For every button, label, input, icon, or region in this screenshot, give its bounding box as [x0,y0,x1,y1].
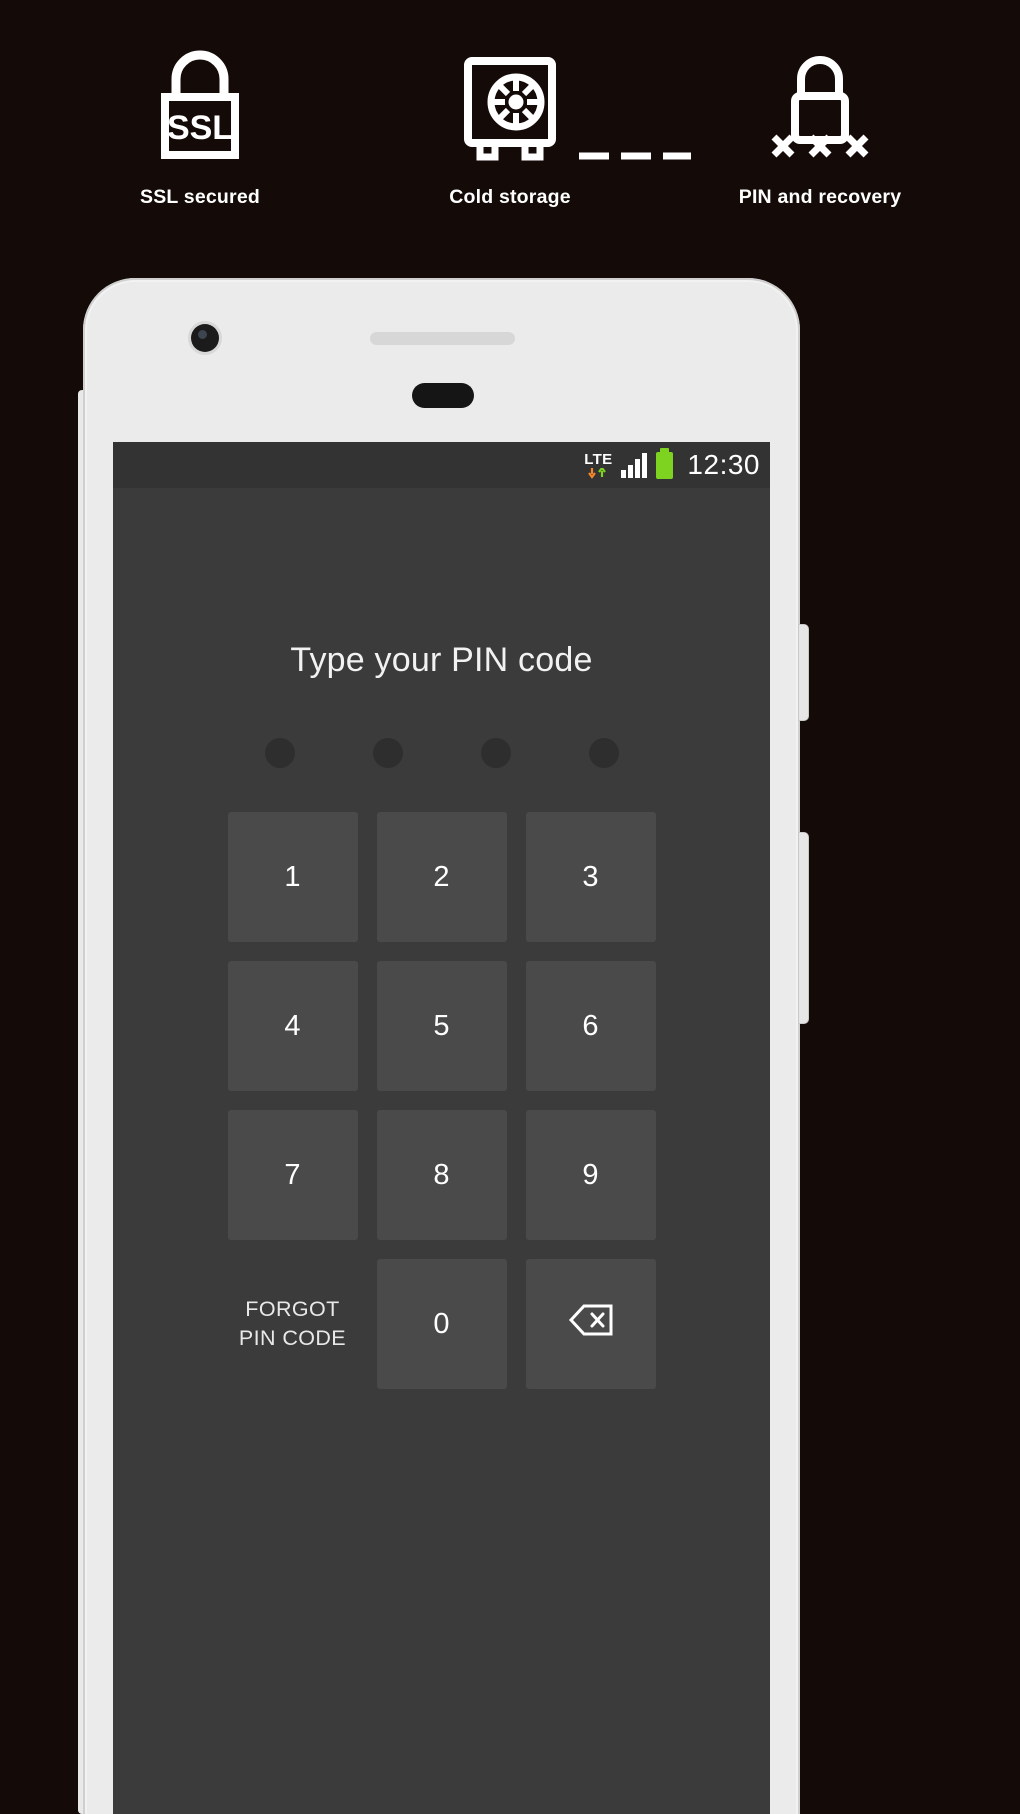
forgot-line-2: PIN CODE [238,1326,347,1350]
status-bar: LTE 12:30 [113,442,770,488]
pin-dot [588,738,619,768]
forgot-line-1: FORGOT [245,1296,340,1321]
feature-cold-storage: Cold storage [395,46,625,209]
phone-screen: LTE 12:30 Type your PIN code 1 2 3 4 5 6… [113,442,770,1814]
feature-strip: SSL SSL secured Cold storage PIN and rec… [0,46,1020,209]
key-7[interactable]: 7 [227,1110,358,1240]
home-button[interactable] [412,383,474,408]
earpiece-speaker [370,332,515,345]
data-transfer-arrows-icon [588,467,608,479]
feature-label: Cold storage [449,186,571,208]
pin-underscore-marks [579,152,691,160]
feature-label: PIN and recovery [738,186,902,208]
page-title: Type your PIN code [290,641,593,679]
pin-dot [264,738,295,768]
key-3[interactable]: 3 [525,812,656,942]
pin-dot [372,738,403,768]
key-9[interactable]: 9 [525,1110,656,1240]
key-4[interactable]: 4 [227,961,358,1091]
signal-bars-icon [621,452,648,478]
key-5[interactable]: 5 [376,961,507,1091]
backspace-button[interactable] [525,1259,656,1389]
key-2[interactable]: 2 [376,812,507,942]
pin-dots-indicator [113,738,770,768]
network-indicator: LTE [584,452,612,479]
feature-pin-and-recovery: PIN and recovery [705,46,935,209]
volume-button[interactable] [799,625,808,720]
network-type-label: LTE [584,450,613,468]
key-1[interactable]: 1 [227,812,358,942]
svg-text:SSL: SSL [167,109,233,147]
power-button[interactable] [799,833,808,1023]
feature-ssl-secured: SSL SSL secured [85,46,315,209]
safe-vault-icon [458,46,562,164]
screenshot-root: SSL SSL secured Cold storage PIN and rec… [0,0,1020,1814]
pin-dot [480,738,511,768]
front-camera-icon [191,324,219,352]
backspace-icon [568,1303,614,1345]
ssl-padlock-icon: SSL [148,46,252,164]
status-bar-clock: 12:30 [687,449,760,480]
forgot-pin-code-button[interactable]: FORGOT PIN CODE [228,1259,358,1389]
key-6[interactable]: 6 [525,961,656,1091]
battery-full-icon [656,447,674,479]
key-8[interactable]: 8 [376,1110,507,1240]
feature-label: SSL secured [140,186,260,208]
pin-keypad: 1 2 3 4 5 6 7 8 9 FORGOT PIN CODE 0 [227,812,656,1389]
pin-recovery-padlock-icon [768,46,872,164]
key-0[interactable]: 0 [376,1259,507,1389]
